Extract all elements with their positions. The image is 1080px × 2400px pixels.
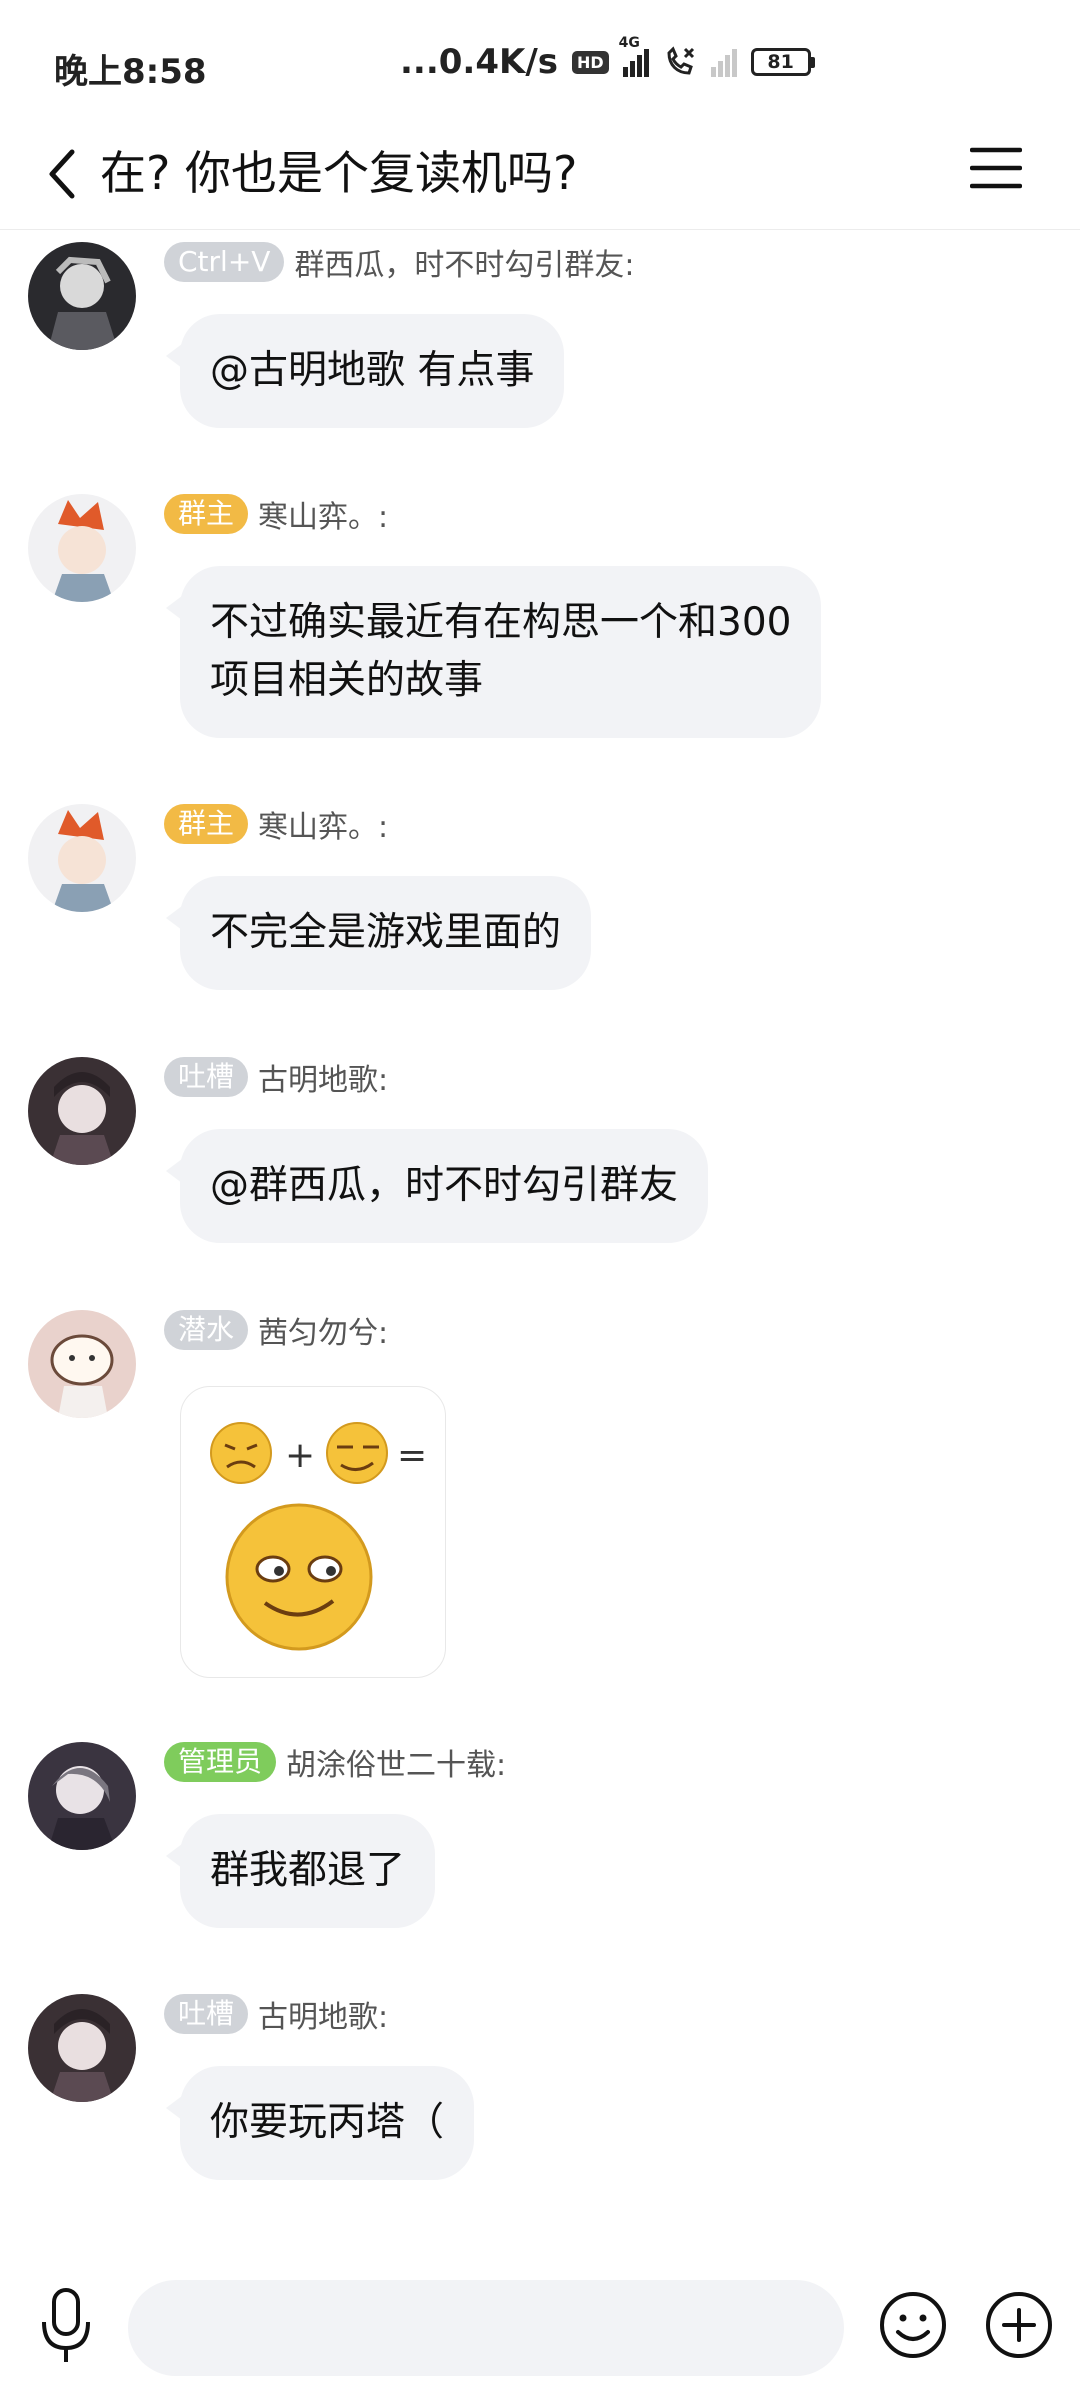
message-meta: 管理员 胡涂俗世二十载: — [164, 1740, 506, 1784]
sender-name[interactable]: 茜匀勿兮: — [258, 1308, 388, 1352]
status-indicators: ...0.4K/s HD 4G 81 — [400, 35, 815, 82]
avatar[interactable] — [28, 1310, 136, 1418]
sender-name[interactable]: 寒山弈。: — [258, 802, 388, 846]
message-bubble[interactable]: @古明地歌 有点事 — [165, 314, 565, 428]
message-meta: 群主 寒山弈。: — [164, 802, 388, 846]
message-item: 群主 寒山弈。: 不过确实最近有在构思一个和300 项目相关的故事 — [0, 482, 1080, 772]
input-bar — [0, 2250, 1080, 2400]
network-speed: ...0.4K/s — [400, 42, 558, 82]
chat-header: 在? 你也是个复读机吗? — [0, 120, 1080, 230]
secondary-signal-icon — [710, 47, 737, 77]
avatar[interactable] — [28, 1057, 136, 1165]
avatar[interactable] — [28, 804, 136, 912]
message-bubble[interactable]: 你要玩丙塔（ — [165, 2066, 475, 2180]
plus-circle-icon[interactable] — [984, 2290, 1054, 2360]
sender-name[interactable]: 胡涂俗世二十载: — [286, 1740, 506, 1784]
svg-text:=: = — [397, 1435, 427, 1476]
hamburger-menu-icon[interactable] — [970, 142, 1022, 194]
sender-name[interactable]: 古明地歌: — [258, 1992, 388, 2036]
message-item: 群主 寒山弈。: 不完全是游戏里面的 — [0, 792, 1080, 1012]
message-item: 吐槽 古明地歌: 你要玩丙塔（ — [0, 1982, 1080, 2202]
message-bubble[interactable]: 不过确实最近有在构思一个和300 项目相关的故事 — [165, 566, 822, 738]
network-type: 4G — [618, 35, 640, 51]
hd-icon: HD — [571, 50, 609, 74]
member-title-badge: 吐槽 — [164, 1994, 249, 2034]
status-time: 晚上8:58 — [54, 52, 207, 92]
member-title-badge: 群主 — [164, 804, 249, 844]
svg-text:+: + — [285, 1435, 315, 1476]
sender-name[interactable]: 群西瓜，时不时勾引群友: — [294, 240, 634, 284]
avatar[interactable] — [28, 494, 136, 602]
avatar[interactable] — [28, 1742, 136, 1850]
chat-title: 在? 你也是个复读机吗? — [100, 146, 578, 200]
emoji-sticker-icon: + = — [210, 1422, 427, 1651]
smiley-icon[interactable] — [878, 2290, 948, 2360]
member-title-badge: 吐槽 — [164, 1057, 249, 1097]
battery-level: 81 — [750, 48, 811, 76]
member-title-badge: 群主 — [164, 494, 249, 534]
image-message[interactable]: + = — [180, 1386, 446, 1678]
message-meta: Ctrl+V 群西瓜，时不时勾引群友: — [164, 240, 635, 284]
sender-name[interactable]: 古明地歌: — [258, 1055, 388, 1099]
message-item: 吐槽 古明地歌: @群西瓜，时不时勾引群友 — [0, 1045, 1080, 1265]
message-meta: 吐槽 古明地歌: — [164, 1055, 388, 1099]
avatar[interactable] — [28, 242, 136, 350]
message-meta: 潜水 茜匀勿兮: — [164, 1308, 388, 1352]
member-title-badge: Ctrl+V — [164, 242, 285, 282]
message-bubble[interactable]: 群我都退了 — [165, 1814, 436, 1928]
member-title-badge: 潜水 — [164, 1310, 249, 1350]
cellular-signal-icon: 4G — [619, 35, 649, 77]
message-item: Ctrl+V 群西瓜，时不时勾引群友: @古明地歌 有点事 — [0, 230, 1080, 440]
avatar[interactable] — [28, 1994, 136, 2102]
microphone-icon[interactable] — [34, 2286, 98, 2366]
message-meta: 吐槽 古明地歌: — [164, 1992, 388, 2036]
sender-name[interactable]: 寒山弈。: — [258, 492, 388, 536]
chevron-left-icon[interactable] — [44, 144, 84, 204]
message-item: 潜水 茜匀勿兮: + = — [0, 1298, 1080, 1698]
call-forward-icon — [667, 46, 694, 75]
message-item: 管理员 胡涂俗世二十载: 群我都退了 — [0, 1730, 1080, 1950]
battery-icon: 81 — [750, 48, 815, 76]
member-title-badge: 管理员 — [164, 1742, 277, 1782]
message-bubble[interactable]: 不完全是游戏里面的 — [165, 876, 592, 990]
status-bar: 晚上8:58 ...0.4K/s HD 4G 81 — [0, 0, 1080, 120]
message-bubble[interactable]: @群西瓜，时不时勾引群友 — [165, 1129, 709, 1243]
message-list[interactable]: Ctrl+V 群西瓜，时不时勾引群友: @古明地歌 有点事 群主 寒山弈。: 不… — [0, 230, 1080, 2250]
message-meta: 群主 寒山弈。: — [164, 492, 388, 536]
message-input[interactable] — [128, 2280, 844, 2376]
